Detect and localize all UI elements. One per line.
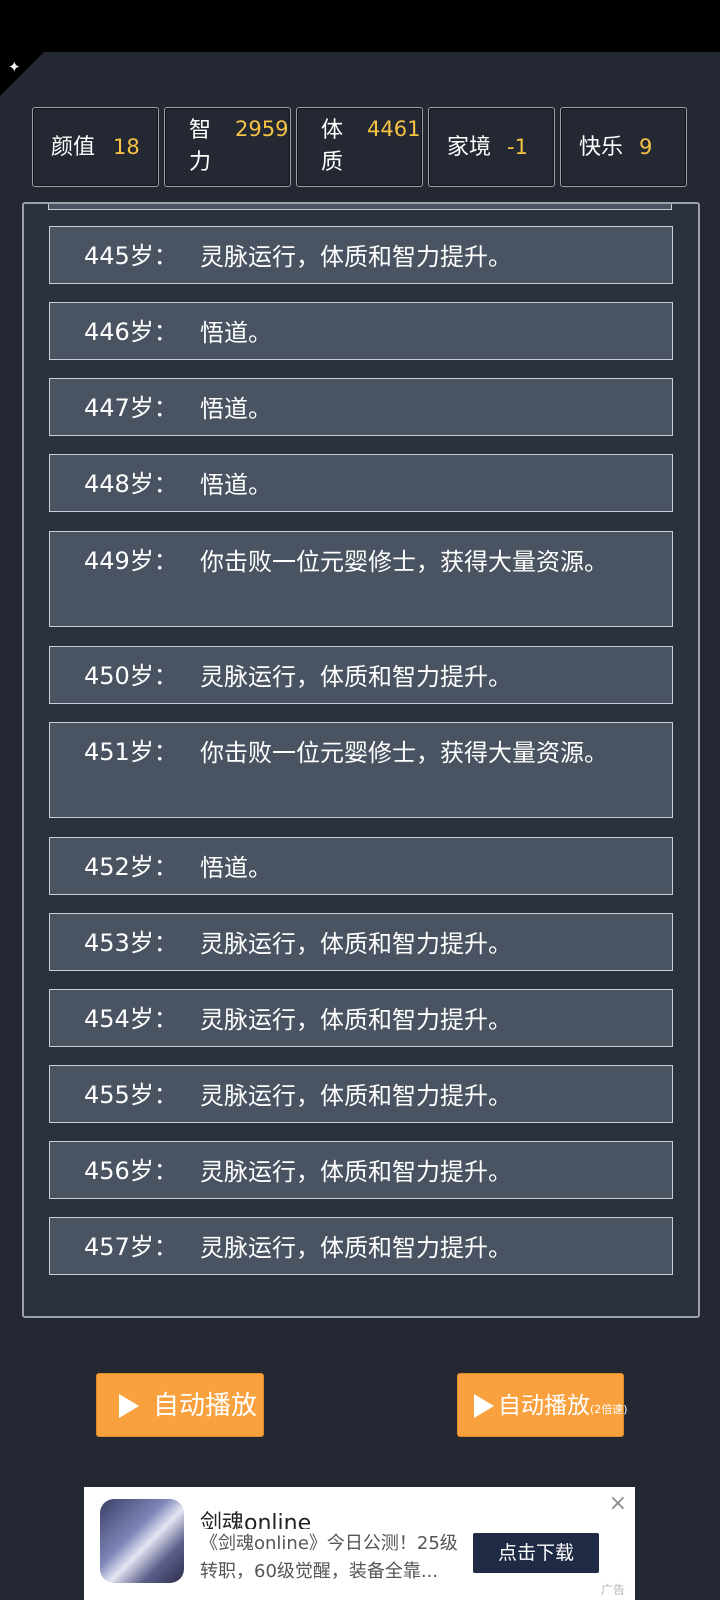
corner-badge[interactable] — [0, 52, 44, 96]
autoplay-button[interactable]: 自动播放 — [96, 1373, 264, 1437]
stat-label: 颜值 — [51, 135, 96, 160]
stat-value: 9 — [639, 135, 653, 159]
log-age: 448岁： — [84, 470, 178, 498]
play-icon — [474, 1394, 494, 1418]
stat-value: 18 — [113, 135, 140, 159]
log-text: 悟道。 — [200, 319, 272, 347]
log-text: 悟道。 — [200, 854, 272, 882]
stat-constitution: 体质 4461 — [296, 107, 423, 187]
log-text: 你击败一位元婴修士，获得大量资源。 — [200, 548, 608, 576]
log-text: 悟道。 — [200, 471, 272, 499]
stat-value: -1 — [507, 135, 528, 159]
log-age: 445岁： — [84, 242, 178, 270]
log-item: 453岁： 灵脉运行，体质和智力提升。 — [49, 913, 673, 971]
log-text: 灵脉运行，体质和智力提升。 — [200, 1082, 512, 1110]
log-item: 456岁： 灵脉运行，体质和智力提升。 — [49, 1141, 673, 1199]
ad-banner[interactable]: × 剑魂online 《剑魂online》今日公测！25级转职，60级觉醒，装备… — [84, 1487, 635, 1600]
ad-description[interactable]: 《剑魂online》今日公测！25级转职，60级觉醒，装备全靠... — [200, 1530, 462, 1586]
stat-intelligence: 智力 2959 — [164, 107, 291, 187]
log-age: 457岁： — [84, 1233, 178, 1261]
log-text: 悟道。 — [200, 395, 272, 423]
log-text: 灵脉运行，体质和智力提升。 — [200, 1158, 512, 1186]
log-age: 451岁： — [84, 738, 178, 766]
log-item-partial — [48, 204, 672, 210]
log-item: 446岁： 悟道。 — [49, 302, 673, 360]
autoplay-speed-suffix: (2倍速) — [590, 1403, 628, 1416]
log-text: 灵脉运行，体质和智力提升。 — [200, 243, 512, 271]
log-age: 447岁： — [84, 394, 178, 422]
log-text: 灵脉运行，体质和智力提升。 — [200, 930, 512, 958]
ad-download-button[interactable]: 点击下载 — [473, 1533, 599, 1573]
log-age: 453岁： — [84, 929, 178, 957]
autoplay-fast-label: 自动播放(2倍速) — [498, 1389, 628, 1427]
stat-appearance: 颜值 18 — [32, 107, 159, 187]
log-item: 452岁： 悟道。 — [49, 837, 673, 895]
stat-label: 家境 — [447, 135, 492, 160]
stat-label: 快乐 — [579, 135, 624, 160]
log-age: 452岁： — [84, 853, 178, 881]
stat-label: 智力 — [189, 118, 212, 175]
stat-value: 4461 — [367, 117, 421, 141]
life-log-panel[interactable]: 445岁： 灵脉运行，体质和智力提升。 446岁： 悟道。 447岁： 悟道。 … — [22, 202, 700, 1318]
log-age: 454岁： — [84, 1005, 178, 1033]
stat-value: 2959 — [235, 117, 289, 141]
log-item: 457岁： 灵脉运行，体质和智力提升。 — [49, 1217, 673, 1275]
log-item: 449岁： 你击败一位元婴修士，获得大量资源。 — [49, 531, 673, 627]
log-age: 455岁： — [84, 1081, 178, 1109]
play-icon — [119, 1394, 139, 1418]
close-icon[interactable]: × — [609, 1493, 627, 1515]
log-text: 灵脉运行，体质和智力提升。 — [200, 1006, 512, 1034]
autoplay-fast-button[interactable]: 自动播放(2倍速) — [457, 1373, 628, 1437]
log-age: 456岁： — [84, 1157, 178, 1185]
log-text: 灵脉运行，体质和智力提升。 — [200, 1234, 512, 1262]
stat-family: 家境 -1 — [428, 107, 555, 187]
ad-app-icon[interactable] — [100, 1499, 184, 1583]
stat-happiness: 快乐 9 — [560, 107, 687, 187]
log-text: 灵脉运行，体质和智力提升。 — [200, 663, 512, 691]
log-item: 445岁： 灵脉运行，体质和智力提升。 — [49, 226, 673, 284]
ad-tag: 广告 — [600, 1583, 625, 1595]
top-status-bar — [0, 0, 720, 52]
log-age: 446岁： — [84, 318, 178, 346]
ad-title[interactable]: 剑魂online — [200, 1511, 311, 1529]
stats-bar: 颜值 18 智力 2959 体质 4461 家境 -1 快乐 9 — [32, 107, 689, 187]
pin-icon[interactable]: ✦ — [8, 60, 21, 75]
log-item: 455岁： 灵脉运行，体质和智力提升。 — [49, 1065, 673, 1123]
autoplay-fast-text: 自动播放 — [498, 1393, 590, 1419]
log-item: 450岁： 灵脉运行，体质和智力提升。 — [49, 646, 673, 704]
autoplay-label: 自动播放 — [153, 1391, 258, 1421]
log-item: 448岁： 悟道。 — [49, 454, 673, 512]
log-age: 449岁： — [84, 547, 178, 575]
log-age: 450岁： — [84, 662, 178, 690]
log-text: 你击败一位元婴修士，获得大量资源。 — [200, 739, 608, 767]
log-item: 447岁： 悟道。 — [49, 378, 673, 436]
log-item: 451岁： 你击败一位元婴修士，获得大量资源。 — [49, 722, 673, 818]
log-item: 454岁： 灵脉运行，体质和智力提升。 — [49, 989, 673, 1047]
stat-label: 体质 — [321, 118, 344, 175]
